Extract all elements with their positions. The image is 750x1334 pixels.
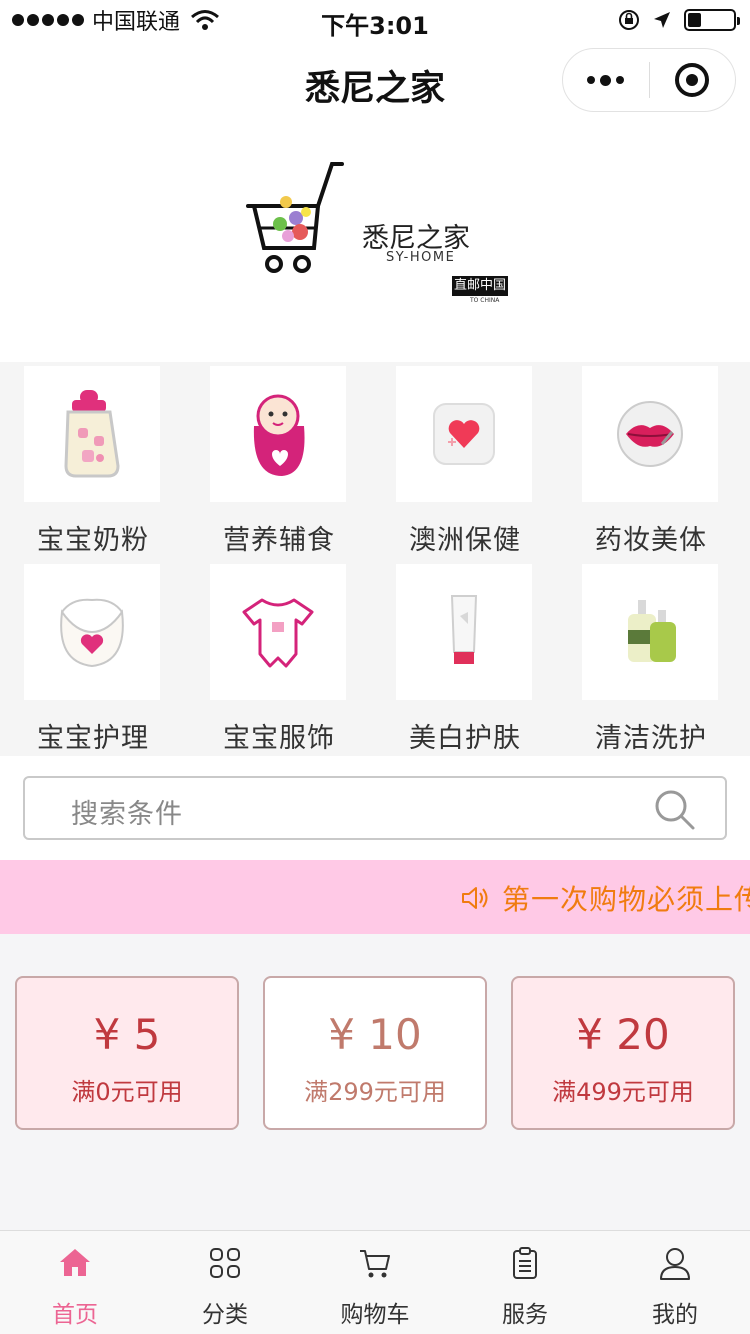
notice-marquee: 第一次购物必须上传 — [460, 878, 750, 918]
coupon-amount: ¥ 10 — [328, 1010, 422, 1059]
nav-bar: 悉尼之家 — [0, 40, 750, 124]
cream-tube-icon — [450, 595, 478, 664]
coupon-amount: ¥ 5 — [93, 1010, 161, 1059]
coupon-amount: ¥ 20 — [576, 1010, 670, 1059]
category-label: 宝宝奶粉 — [37, 525, 149, 556]
grid-icon — [210, 1248, 240, 1278]
tab-cart[interactable]: 购物车 — [300, 1231, 450, 1334]
coupon-condition: 满299元可用 — [304, 1078, 446, 1106]
soap-bottles-icon — [628, 600, 676, 662]
category-item-health[interactable]: 澳洲保健 — [372, 362, 558, 560]
category-tile — [396, 564, 532, 700]
speaker-icon — [462, 887, 488, 909]
category-tile — [582, 564, 718, 700]
shopping-cart-logo-icon — [246, 162, 344, 273]
category-tile — [210, 564, 346, 700]
category-label: 清洁洗护 — [595, 723, 707, 754]
search-placeholder: 搜索条件 — [71, 799, 183, 830]
capsule-menu — [562, 48, 736, 112]
stamp-badge: 直邮中国 — [452, 276, 509, 296]
search-icon[interactable] — [653, 788, 697, 832]
tab-label: 首页 — [52, 1302, 98, 1328]
lips-badge-icon — [617, 401, 683, 467]
tab-service[interactable]: 服务 — [450, 1231, 600, 1334]
category-item-beauty[interactable]: 药妆美体 — [558, 362, 744, 560]
category-item-cleaning[interactable]: 清洁洗护 — [558, 560, 744, 758]
tab-label: 服务 — [502, 1302, 548, 1328]
user-icon — [660, 1248, 690, 1280]
coupon-condition: 满499元可用 — [552, 1078, 694, 1106]
category-item-baby-clothing[interactable]: 宝宝服饰 — [186, 560, 372, 758]
category-tile — [24, 366, 160, 502]
close-miniprogram-button[interactable] — [650, 48, 736, 112]
notice-bar[interactable]: 第一次购物必须上传 — [0, 860, 750, 934]
status-bar: 中国联通 下午3:01 — [0, 0, 750, 40]
category-label: 美白护肤 — [409, 723, 521, 754]
category-item-nutrition[interactable]: 营养辅食 — [186, 362, 372, 560]
orientation-lock-icon — [619, 10, 639, 30]
tab-home[interactable]: 首页 — [0, 1231, 150, 1334]
bib-icon — [60, 598, 124, 668]
category-label: 营养辅食 — [223, 525, 335, 556]
category-label: 宝宝服饰 — [223, 723, 335, 754]
dot-icon — [600, 74, 612, 86]
more-button[interactable] — [563, 48, 649, 112]
coupon-card[interactable]: ¥ 5 满0元可用 — [15, 976, 239, 1130]
category-grid: 宝宝奶粉 营养辅食 澳洲保健 药妆美体 宝宝护理 宝宝服饰 美白护肤 清洁洗护 — [0, 362, 750, 756]
home-icon — [60, 1249, 90, 1276]
battery-level — [688, 13, 701, 27]
search-section: 搜索条件 — [0, 756, 750, 860]
stamp-sub: TO CHINA — [470, 297, 500, 304]
category-tile — [582, 366, 718, 502]
category-tile — [24, 564, 160, 700]
category-item-baby-care[interactable]: 宝宝护理 — [0, 560, 186, 758]
battery-icon — [684, 9, 740, 31]
category-tile — [210, 366, 346, 502]
baby-bottle-icon — [64, 390, 120, 478]
location-arrow-icon — [654, 12, 670, 28]
brand-sub: SY-HOME — [386, 250, 456, 265]
coupon-card[interactable]: ¥ 20 满499元可用 — [511, 976, 735, 1130]
dot-icon — [616, 76, 625, 84]
category-label: 宝宝护理 — [37, 723, 149, 754]
category-label: 澳洲保健 — [409, 525, 521, 556]
onesie-icon — [242, 598, 314, 668]
tab-bar: 首页 分类 购物车 服务 我的 — [0, 1230, 750, 1334]
health-heart-icon — [433, 403, 495, 465]
status-right — [618, 8, 740, 32]
category-tile — [396, 366, 532, 502]
category-item-baby-formula[interactable]: 宝宝奶粉 — [0, 362, 186, 560]
target-icon — [675, 63, 710, 97]
tab-label: 我的 — [652, 1302, 698, 1328]
tab-category[interactable]: 分类 — [150, 1231, 300, 1334]
notice-text: 第一次购物必须上传 — [502, 883, 750, 916]
baby-swaddle-icon — [253, 394, 305, 476]
category-item-whitening[interactable]: 美白护肤 — [372, 560, 558, 758]
dot-icon — [587, 76, 596, 84]
coupon-card[interactable]: ¥ 10 满299元可用 — [263, 976, 487, 1130]
tab-label: 分类 — [202, 1302, 248, 1328]
clipboard-icon — [513, 1247, 537, 1279]
tab-label: 购物车 — [340, 1302, 410, 1328]
coupon-condition: 满0元可用 — [71, 1078, 183, 1106]
search-input[interactable]: 搜索条件 — [23, 776, 727, 840]
cart-icon — [360, 1250, 390, 1278]
tab-profile[interactable]: 我的 — [600, 1231, 750, 1334]
coupon-section: ¥ 5 满0元可用 ¥ 10 满299元可用 ¥ 20 满499元可用 — [0, 934, 750, 1230]
banner[interactable]: 悉尼之家 SY-HOME 直邮中国 TO CHINA — [0, 124, 750, 362]
category-label: 药妆美体 — [595, 525, 707, 556]
